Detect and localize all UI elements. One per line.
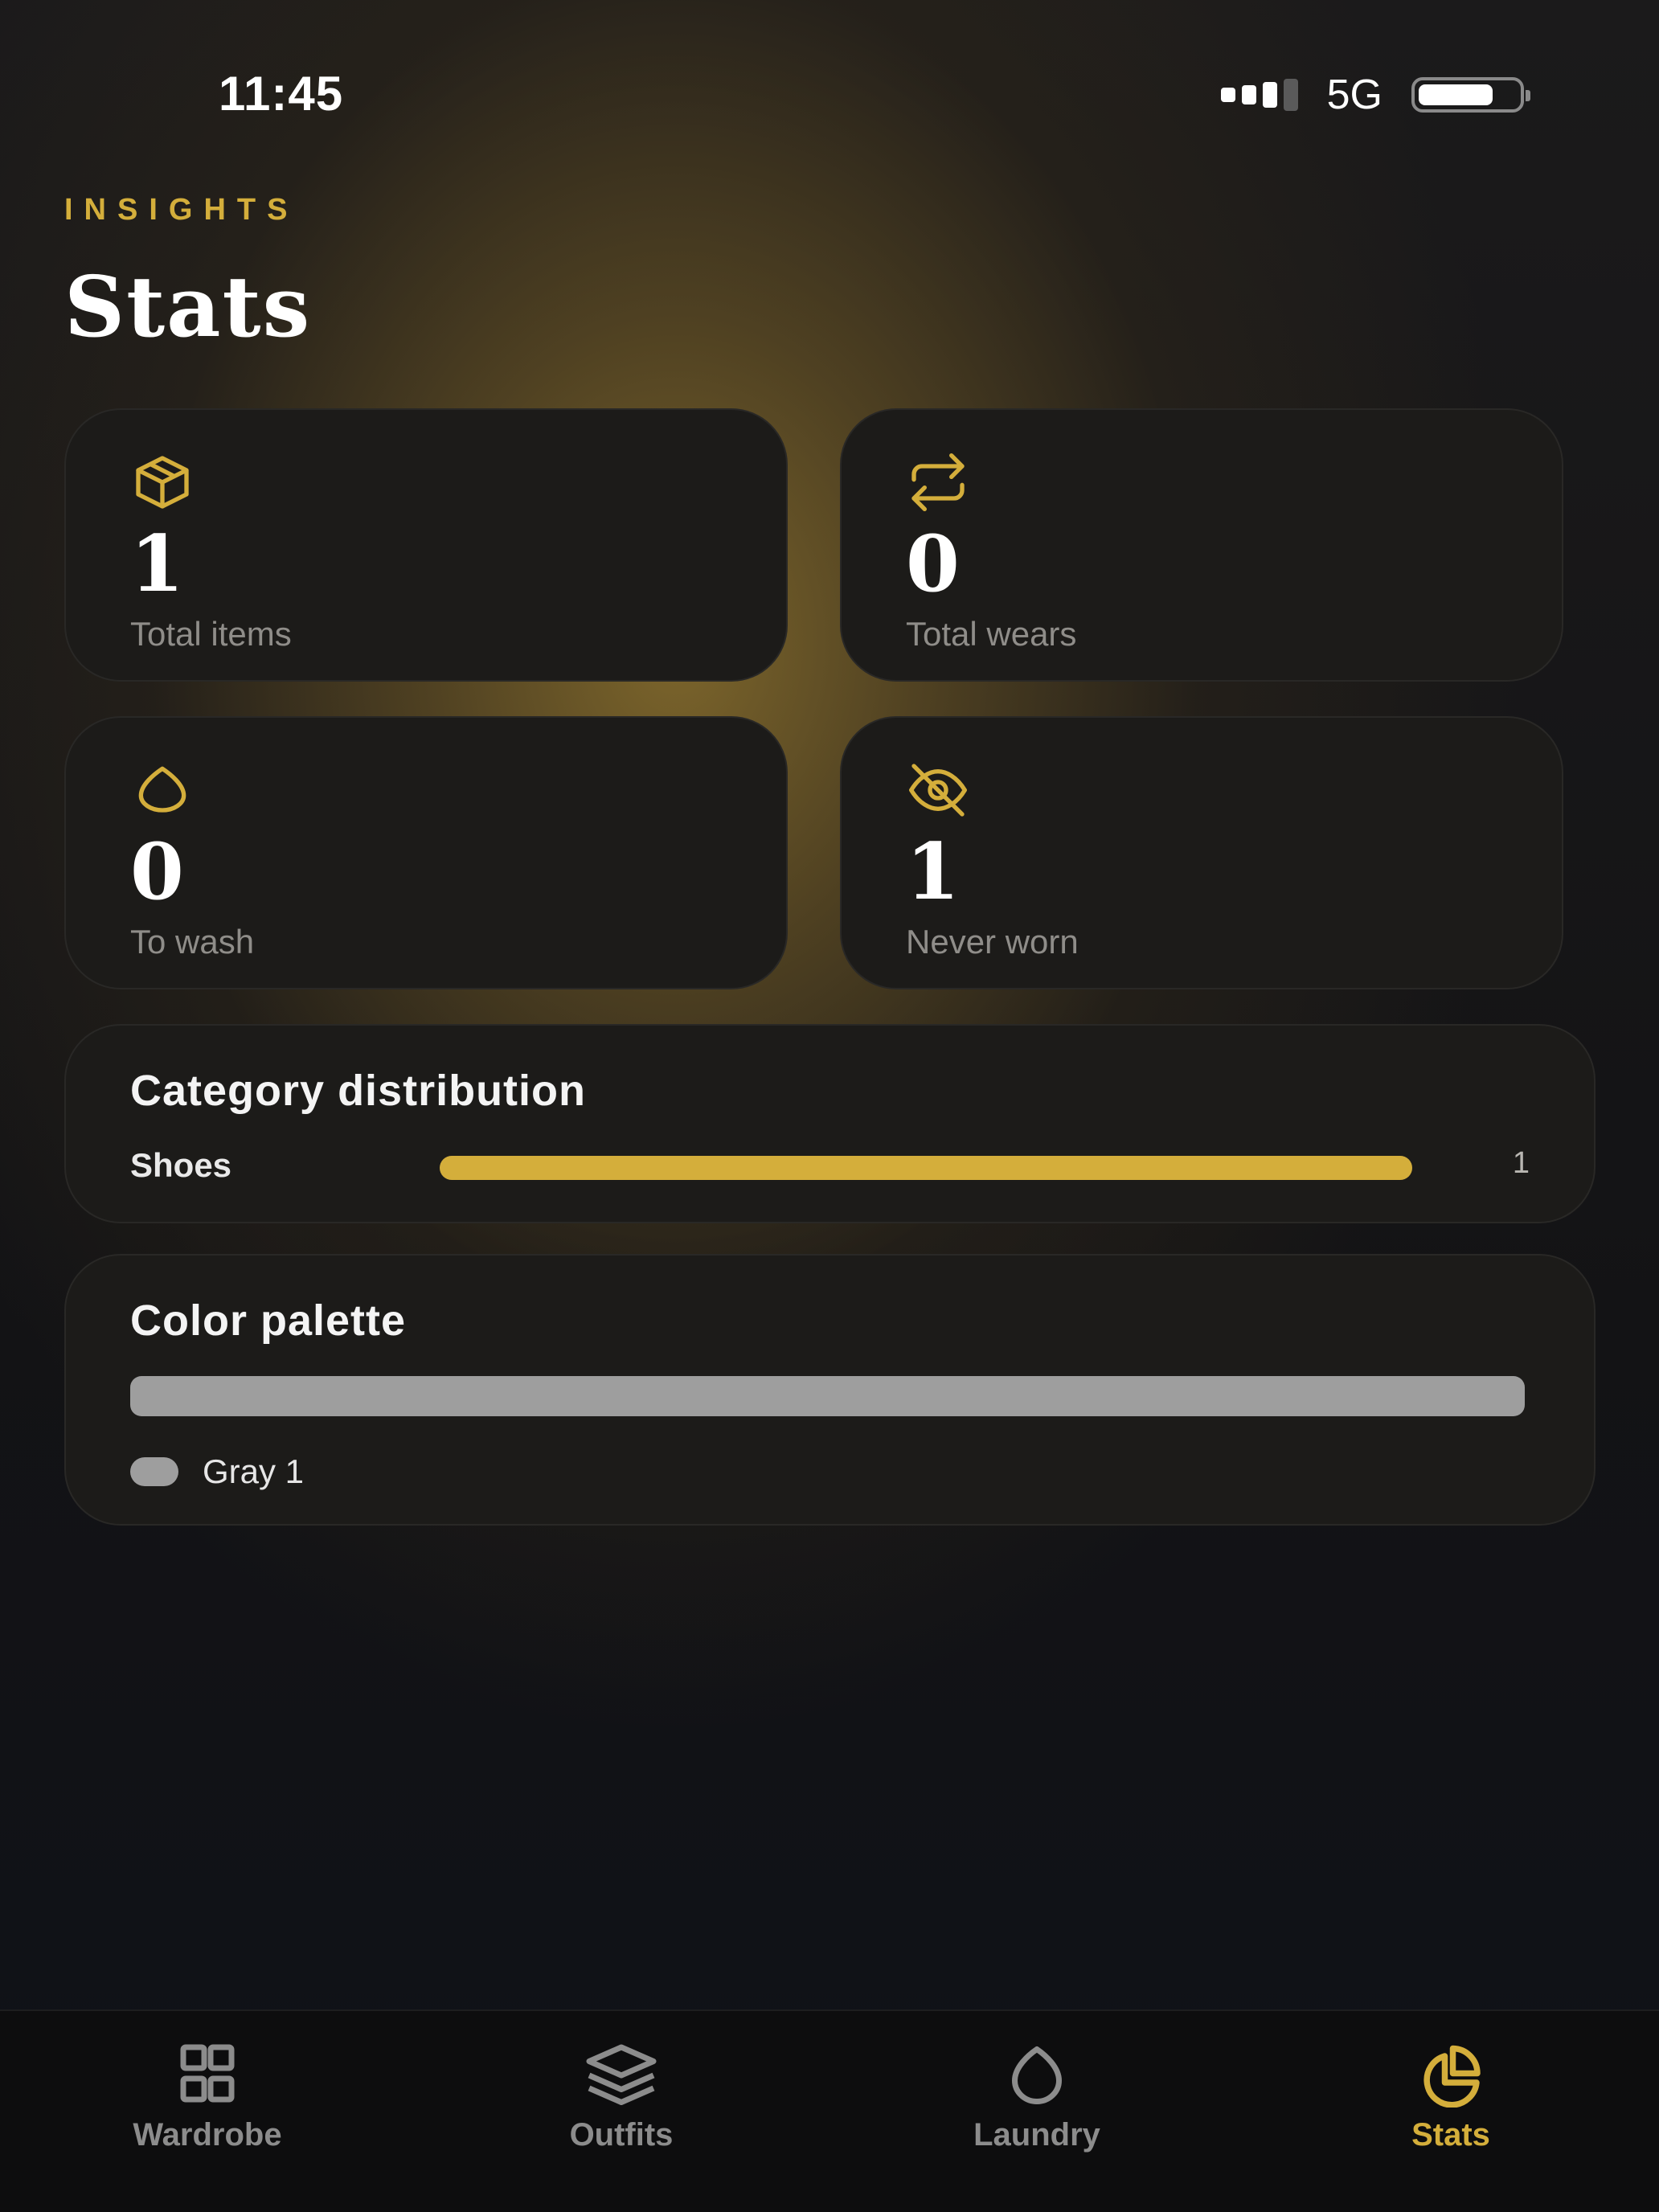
category-distribution-card: Category distribution Shoes 1 <box>64 1024 1596 1223</box>
section-eyebrow: INSIGHTS <box>64 193 299 227</box>
stat-card-total-wears[interactable]: 0 Total wears <box>840 408 1563 682</box>
repeat-icon <box>911 453 965 511</box>
color-palette-card: Color palette Gray 1 <box>64 1254 1596 1526</box>
stat-value: 0 <box>906 518 960 609</box>
palette-legend-item: Gray 1 <box>130 1452 304 1491</box>
nav-label: Wardrobe <box>133 2117 282 2153</box>
category-count: 1 <box>1512 1146 1530 1180</box>
battery-level <box>1419 84 1493 105</box>
nav-item-stats[interactable]: Stats <box>1330 2043 1571 2188</box>
status-indicators: 5G <box>1220 71 1530 119</box>
page-title: Stats <box>64 257 312 356</box>
stat-card-to-wash[interactable]: 0 To wash <box>64 716 788 989</box>
color-swatch <box>130 1457 178 1486</box>
nav-item-laundry[interactable]: Laundry <box>916 2043 1157 2188</box>
category-row[interactable]: Shoes 1 <box>130 1146 1530 1186</box>
battery-icon <box>1411 77 1530 113</box>
category-bar-fill <box>440 1156 1412 1180</box>
status-time: 11:45 <box>219 67 344 121</box>
stat-value: 1 <box>906 826 960 917</box>
nav-item-outfits[interactable]: Outfits <box>501 2043 742 2188</box>
stat-card-never-worn[interactable]: 1 Never worn <box>840 716 1563 989</box>
box-icon <box>136 456 189 509</box>
category-bar-track <box>440 1156 1412 1180</box>
stat-value: 1 <box>130 518 184 609</box>
bottom-nav: Wardrobe Outfits Laundry Stats <box>0 2009 1659 2212</box>
category-name: Shoes <box>130 1146 232 1184</box>
droplet-icon <box>138 766 186 813</box>
layers-icon <box>586 2044 657 2105</box>
stats-screen: 11:45 5G INSIGHTS Stats 1 Total items 0 … <box>0 0 1659 2212</box>
nav-item-wardrobe[interactable]: Wardrobe <box>87 2043 328 2188</box>
pie-chart-icon <box>1423 2045 1481 2108</box>
stat-card-total-items[interactable]: 1 Total items <box>64 408 788 682</box>
palette-segment-gray <box>130 1376 1525 1416</box>
network-type: 5G <box>1326 72 1382 118</box>
color-palette-bar <box>130 1376 1525 1416</box>
nav-label: Laundry <box>973 2117 1100 2153</box>
color-palette-title: Color palette <box>130 1296 407 1345</box>
legend-label: Gray 1 <box>203 1452 305 1490</box>
category-distribution-title: Category distribution <box>130 1067 587 1115</box>
stat-value: 0 <box>130 826 184 917</box>
grid-icon <box>180 2044 235 2103</box>
stat-label: Total wears <box>906 615 1077 653</box>
stat-label: To wash <box>130 923 255 961</box>
stat-label: Total items <box>130 615 292 653</box>
nav-label: Stats <box>1411 2117 1490 2153</box>
eye-off-icon <box>909 764 967 817</box>
nav-label: Outfits <box>569 2117 674 2153</box>
stat-label: Never worn <box>906 923 1079 961</box>
signal-icon <box>1220 79 1298 111</box>
droplet-icon <box>1012 2046 1062 2104</box>
